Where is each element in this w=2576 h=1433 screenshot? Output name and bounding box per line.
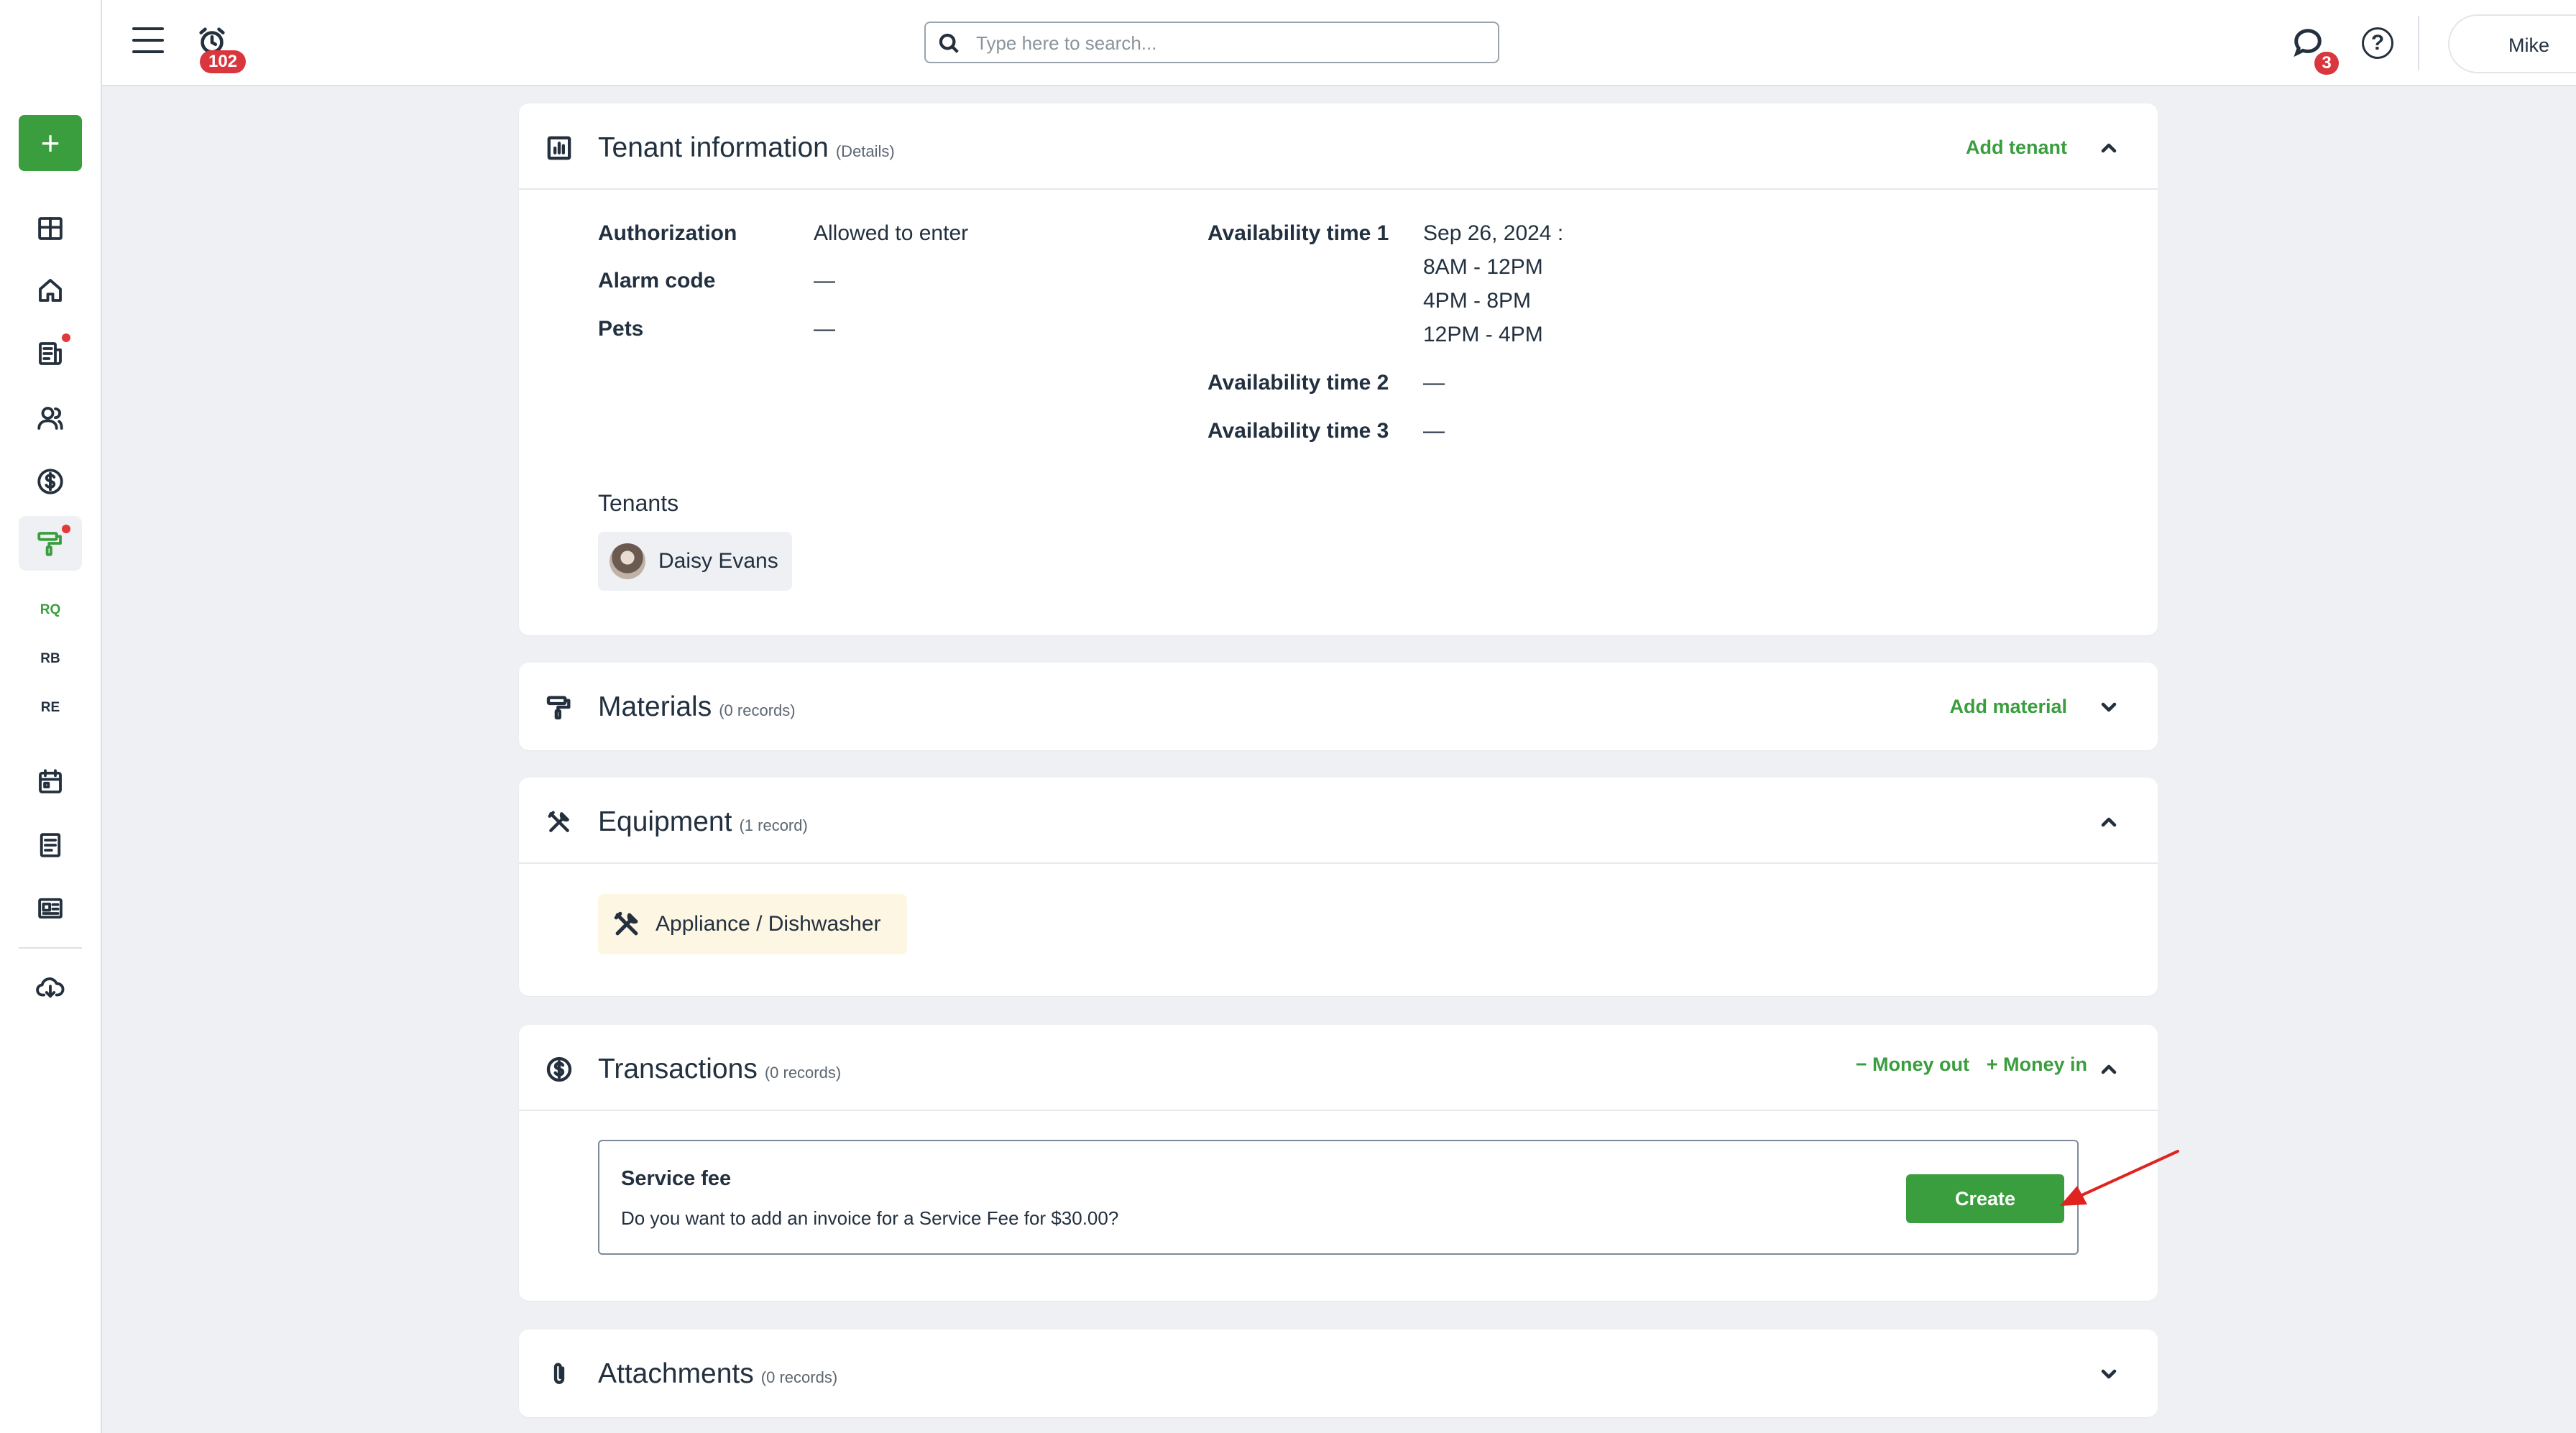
field-label: Authorization <box>598 221 737 245</box>
service-fee-prompt: Service fee Do you want to add an invoic… <box>598 1140 2079 1255</box>
chevron-down-icon[interactable] <box>2097 1363 2120 1386</box>
alarm-code-value: — <box>814 269 835 292</box>
tools-icon <box>611 908 643 940</box>
notifications-badge: 102 <box>200 50 246 73</box>
paint-roller-icon[interactable] <box>19 516 82 571</box>
dashboard-icon[interactable] <box>19 201 82 256</box>
card-subtitle: (Details) <box>835 142 895 160</box>
people-icon[interactable] <box>19 391 82 446</box>
dollar-icon <box>545 1055 574 1084</box>
transactions-header[interactable]: Transactions (0 records) − Money out + Mo… <box>519 1025 2158 1110</box>
messages-badge: 3 <box>2314 52 2339 75</box>
create-button[interactable]: Create <box>1906 1174 2064 1223</box>
equipment-card: Equipment (1 record) Appliance / Dishwash… <box>519 778 2158 996</box>
materials-header[interactable]: Materials (0 records) Add material <box>519 663 2158 747</box>
equipment-name: Appliance / Dishwasher <box>656 912 881 936</box>
sidebar-divider <box>19 947 82 949</box>
hamburger-menu-icon[interactable] <box>132 27 164 56</box>
availability-line: 4PM - 8PM <box>1423 289 1532 313</box>
tenant-avatar <box>610 543 645 579</box>
chevron-up-icon[interactable] <box>2097 1058 2120 1081</box>
transactions-card: Transactions (0 records) − Money out + Mo… <box>519 1025 2158 1301</box>
tenant-information-header[interactable]: Tenant information (Details) Add tenant <box>519 103 2158 188</box>
chevron-up-icon[interactable] <box>2097 137 2120 160</box>
field-label: Availability time 3 <box>1208 419 1389 443</box>
help-icon[interactable]: ? <box>2362 27 2393 59</box>
card-subtitle: (0 records) <box>760 1368 838 1386</box>
sidebar-abbr-re[interactable]: RE <box>19 700 82 716</box>
dollar-icon[interactable] <box>19 454 82 509</box>
availability-3-value: — <box>1423 419 1445 443</box>
equipment-header[interactable]: Equipment (1 record) <box>519 778 2158 862</box>
add-material-link[interactable]: Add material <box>1949 696 2067 718</box>
attachments-header[interactable]: Attachments (0 records) <box>519 1330 2158 1414</box>
availability-line: 8AM - 12PM <box>1423 255 1543 279</box>
user-menu[interactable]: Mike <box>2448 14 2576 73</box>
card-title: Materials (0 records) <box>598 691 796 722</box>
document-icon[interactable] <box>19 818 82 872</box>
search-input[interactable] <box>976 30 1479 56</box>
service-fee-title: Service fee <box>621 1167 732 1190</box>
paint-roller-icon <box>545 693 574 722</box>
field-label: Availability time 1 <box>1208 221 1389 245</box>
money-out-link[interactable]: − Money out <box>1856 1054 1969 1076</box>
availability-line: 12PM - 4PM <box>1423 323 1543 346</box>
sidebar-abbr-rb[interactable]: RB <box>19 651 82 667</box>
pets-value: — <box>814 317 835 341</box>
authorization-value: Allowed to enter <box>814 221 969 245</box>
chevron-down-icon[interactable] <box>2097 696 2120 719</box>
card-title: Equipment (1 record) <box>598 806 808 837</box>
equipment-chip[interactable]: Appliance / Dishwasher <box>598 894 907 954</box>
tenants-heading: Tenants <box>598 490 679 516</box>
divider <box>519 862 2158 864</box>
id-card-icon[interactable] <box>19 881 82 936</box>
card-subtitle: (1 record) <box>739 816 808 834</box>
reports-icon[interactable] <box>19 326 82 381</box>
field-label: Availability time 2 <box>1208 371 1389 395</box>
unread-dot <box>62 333 70 342</box>
card-subtitle: (0 records) <box>719 701 796 719</box>
sidebar-abbr-rq[interactable]: RQ <box>19 602 82 618</box>
tools-icon <box>545 808 574 837</box>
card-subtitle: (0 records) <box>764 1064 842 1082</box>
topbar: 102 3 ? Mike <box>102 0 2576 86</box>
search-bar[interactable] <box>924 22 1499 63</box>
add-tenant-link[interactable]: Add tenant <box>1966 137 2067 159</box>
search-icon <box>939 33 959 53</box>
chevron-up-icon[interactable] <box>2097 811 2120 834</box>
home-icon[interactable] <box>19 263 82 318</box>
bar-chart-icon <box>545 134 574 162</box>
attachments-card: Attachments (0 records) <box>519 1330 2158 1417</box>
divider <box>519 1110 2158 1111</box>
card-title: Transactions (0 records) <box>598 1054 842 1084</box>
sidebar: + RQ RB RE <box>0 0 102 1433</box>
tenant-chip[interactable]: Daisy Evans <box>598 532 792 591</box>
user-name: Mike <box>2508 34 2550 56</box>
unread-dot <box>62 525 70 533</box>
availability-2-value: — <box>1423 371 1445 395</box>
materials-card: Materials (0 records) Add material <box>519 663 2158 750</box>
availability-line: Sep 26, 2024 : <box>1423 221 1564 245</box>
cloud-download-icon[interactable] <box>19 960 82 1015</box>
field-label: Pets <box>598 317 644 341</box>
divider <box>519 188 2158 190</box>
annotation-arrow <box>2060 1150 2179 1206</box>
paperclip-icon <box>545 1360 574 1388</box>
topbar-divider <box>2418 16 2419 70</box>
calendar-icon[interactable] <box>19 755 82 809</box>
tenant-name: Daisy Evans <box>658 549 778 573</box>
tenant-information-card: Tenant information (Details) Add tenant A… <box>519 103 2158 635</box>
service-fee-text: Do you want to add an invoice for a Serv… <box>621 1207 1119 1229</box>
money-in-link[interactable]: + Money in <box>1987 1054 2087 1076</box>
add-new-button[interactable]: + <box>19 115 82 171</box>
card-title: Tenant information (Details) <box>598 132 895 163</box>
card-title: Attachments (0 records) <box>598 1358 838 1389</box>
field-label: Alarm code <box>598 269 716 292</box>
